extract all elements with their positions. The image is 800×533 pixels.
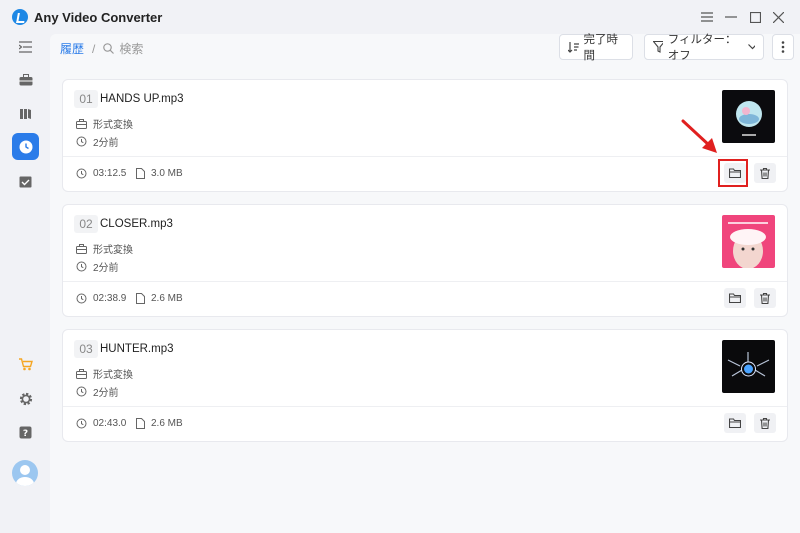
recent-clock-icon bbox=[76, 261, 87, 272]
cart-icon[interactable] bbox=[12, 351, 39, 378]
app-title: Any Video Converter bbox=[34, 10, 163, 25]
settings-gear-icon[interactable] bbox=[12, 385, 39, 412]
duration-clock-icon bbox=[76, 293, 87, 304]
help-icon[interactable]: ? bbox=[12, 419, 39, 446]
task-checklist-icon[interactable] bbox=[12, 168, 39, 195]
file-icon bbox=[136, 418, 145, 429]
file-size-value: 2.6 MB bbox=[151, 293, 183, 304]
file-size-value: 3.0 MB bbox=[151, 168, 183, 179]
item-index: 03 bbox=[74, 340, 98, 358]
library-icon[interactable] bbox=[12, 100, 39, 127]
folder-icon bbox=[729, 418, 741, 428]
file-size-value: 2.6 MB bbox=[151, 418, 183, 429]
highlight-box bbox=[718, 159, 748, 187]
task-briefcase-icon bbox=[76, 243, 87, 254]
task-briefcase-icon bbox=[76, 368, 87, 379]
file-size: 2.6 MB bbox=[136, 293, 183, 304]
history-card: 03 HUNTER.mp3 形式変換 2分前 02:43.0 2.6 MB bbox=[62, 329, 788, 442]
file-name: HUNTER.mp3 bbox=[100, 343, 174, 355]
toolbox-icon[interactable] bbox=[12, 66, 39, 93]
file-size: 3.0 MB bbox=[136, 168, 183, 179]
task-type: 形式変換 bbox=[93, 120, 133, 131]
duration: 03:12.5 bbox=[76, 168, 126, 179]
task-type: 形式変換 bbox=[93, 245, 133, 256]
task-type: 形式変換 bbox=[93, 370, 133, 381]
album-art bbox=[722, 90, 775, 143]
history-card: 02 CLOSER.mp3 形式変換 2分前 02:38.9 2.6 MB bbox=[62, 204, 788, 317]
minimize-button[interactable] bbox=[722, 8, 740, 26]
file-name: HANDS UP.mp3 bbox=[100, 93, 184, 105]
task-row: 形式変換 bbox=[76, 366, 133, 381]
task-row: 形式変換 bbox=[76, 116, 133, 131]
delete-button[interactable] bbox=[754, 413, 776, 433]
duration-value: 03:12.5 bbox=[93, 168, 127, 179]
trash-icon bbox=[760, 292, 770, 304]
search-placeholder: 検索 bbox=[119, 42, 144, 56]
time-ago-row: 2分前 bbox=[76, 259, 119, 274]
search-icon bbox=[103, 43, 115, 54]
duration-clock-icon bbox=[76, 418, 87, 429]
sidebar: ? bbox=[0, 34, 50, 533]
album-art bbox=[722, 340, 775, 393]
card-divider bbox=[63, 406, 787, 407]
filter-dropdown[interactable]: フィルター：オフ bbox=[644, 34, 764, 62]
breadcrumb: 履歴 / 検索 bbox=[60, 40, 143, 57]
history-clock-icon[interactable] bbox=[12, 133, 39, 160]
time-ago: 2分前 bbox=[93, 388, 119, 399]
more-vertical-icon bbox=[781, 41, 785, 53]
trash-icon bbox=[760, 167, 770, 179]
filter-icon bbox=[653, 41, 663, 53]
breadcrumb-history[interactable]: 履歴 bbox=[60, 40, 84, 57]
file-size: 2.6 MB bbox=[136, 418, 183, 429]
recent-clock-icon bbox=[76, 386, 87, 397]
task-row: 形式変換 bbox=[76, 241, 133, 256]
sort-button[interactable]: 完了時間 bbox=[559, 34, 633, 62]
user-avatar[interactable] bbox=[12, 460, 38, 486]
title-bar: Any Video Converter bbox=[0, 0, 800, 34]
file-name: CLOSER.mp3 bbox=[100, 218, 173, 230]
time-ago: 2分前 bbox=[93, 263, 119, 274]
duration-value: 02:38.9 bbox=[93, 293, 127, 304]
item-index: 02 bbox=[74, 215, 98, 233]
open-folder-button[interactable] bbox=[724, 413, 746, 433]
delete-button[interactable] bbox=[754, 288, 776, 308]
album-art bbox=[722, 215, 775, 268]
collapse-sidebar-icon[interactable] bbox=[12, 33, 39, 60]
main-content: 履歴 / 検索 完了時間 フィルター：オフ 01 HANDS UP.mp3 形式… bbox=[50, 34, 800, 533]
maximize-button[interactable] bbox=[746, 8, 764, 26]
recent-clock-icon bbox=[76, 136, 87, 147]
sort-label: 完了時間 bbox=[583, 34, 619, 62]
close-button[interactable] bbox=[769, 8, 787, 26]
item-index: 01 bbox=[74, 90, 98, 108]
delete-button[interactable] bbox=[754, 163, 776, 183]
time-ago: 2分前 bbox=[93, 138, 119, 149]
card-divider bbox=[63, 156, 787, 157]
time-ago-row: 2分前 bbox=[76, 134, 119, 149]
duration-value: 02:43.0 bbox=[93, 418, 127, 429]
more-options-button[interactable] bbox=[772, 34, 794, 60]
search-box[interactable]: 検索 bbox=[103, 40, 143, 57]
menu-icon[interactable] bbox=[698, 8, 716, 26]
time-ago-row: 2分前 bbox=[76, 384, 119, 399]
history-card: 01 HANDS UP.mp3 形式変換 2分前 03:12.5 3.0 MB bbox=[62, 79, 788, 192]
duration-clock-icon bbox=[76, 168, 87, 179]
duration: 02:43.0 bbox=[76, 418, 126, 429]
file-icon bbox=[136, 168, 145, 179]
duration: 02:38.9 bbox=[76, 293, 126, 304]
file-icon bbox=[136, 293, 145, 304]
task-briefcase-icon bbox=[76, 118, 87, 129]
open-folder-button[interactable] bbox=[724, 288, 746, 308]
svg-text:?: ? bbox=[23, 429, 28, 439]
sort-icon bbox=[568, 41, 579, 53]
chevron-down-icon bbox=[747, 44, 755, 50]
app-logo-icon bbox=[12, 9, 28, 25]
card-divider bbox=[63, 281, 787, 282]
folder-icon bbox=[729, 293, 741, 303]
trash-icon bbox=[760, 417, 770, 429]
breadcrumb-separator: / bbox=[92, 41, 96, 56]
filter-label: フィルター：オフ bbox=[667, 34, 737, 62]
pointer-arrow-icon bbox=[681, 119, 717, 153]
